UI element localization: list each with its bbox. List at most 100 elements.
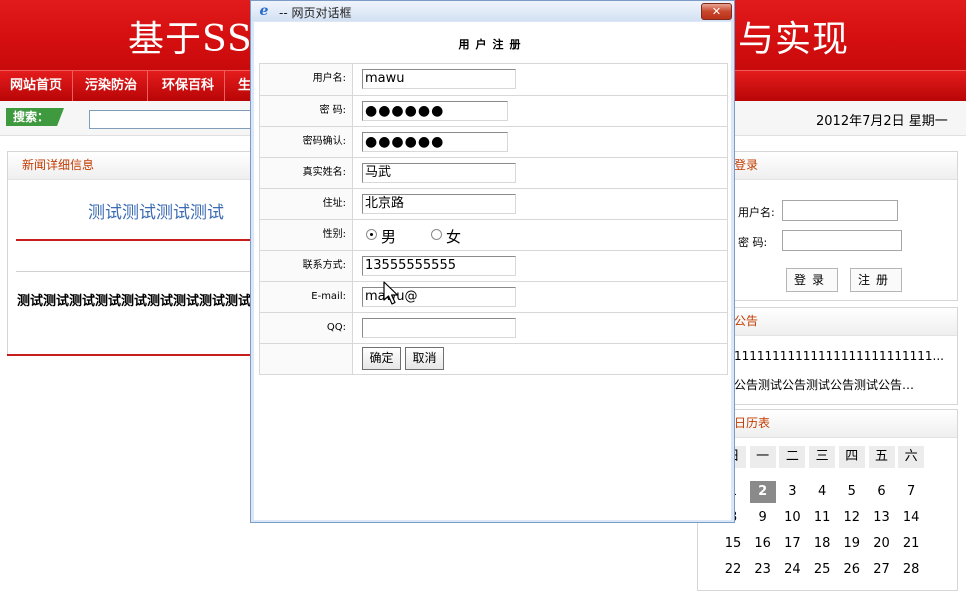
qq-label: QQ: xyxy=(260,313,353,343)
calendar-day[interactable]: 11 xyxy=(809,507,835,529)
form-row-address: 住址: 北京路 xyxy=(260,188,727,219)
nav-eco-encyclopedia[interactable]: 环保百科 xyxy=(152,71,226,101)
registration-form: 用户名: mawu 密 码: ●●●●●● 密码确认: ●●●●●● 真实姓名:… xyxy=(259,63,728,375)
login-button[interactable]: 登录 xyxy=(786,268,838,292)
divider xyxy=(16,271,254,272)
username-input[interactable]: mawu xyxy=(362,69,516,89)
password-input[interactable]: ●●●●●● xyxy=(362,101,508,121)
divider xyxy=(7,354,253,356)
dialog-title: -- 网页对话框 xyxy=(279,6,352,20)
form-row-actions: 确定 取消 xyxy=(260,343,727,374)
news-detail-panel: 新闻详细信息 测试测试测试测试 测试测试测试测试测试测试测试测试测试 xyxy=(7,151,255,356)
calendar-weekday: 五 xyxy=(868,446,895,468)
dialog-titlebar[interactable]: e -- 网页对话框 ✕ xyxy=(251,1,734,21)
password-label: 密 码: xyxy=(260,96,353,126)
form-row-password-confirm: 密码确认: ●●●●●● xyxy=(260,126,727,157)
calendar-panel-header: 日历表 xyxy=(698,410,957,438)
calendar-day[interactable]: 15 xyxy=(720,533,746,555)
notice-item[interactable]: 公告测试公告测试公告测试公告… xyxy=(734,376,956,393)
calendar-day[interactable]: 4 xyxy=(809,481,835,503)
calendar-weekday: 一 xyxy=(749,446,776,468)
calendar-day[interactable]: 13 xyxy=(869,507,895,529)
login-username-label: 用户名: xyxy=(738,206,775,219)
nav-pollution-control[interactable]: 污染防治 xyxy=(75,71,149,101)
calendar-day[interactable]: 10 xyxy=(779,507,805,529)
phone-input[interactable]: 13555555555 xyxy=(362,256,516,276)
calendar-day[interactable]: 9 xyxy=(750,507,776,529)
real-name-label: 真实姓名: xyxy=(260,158,353,188)
calendar-day[interactable]: 17 xyxy=(779,533,805,555)
search-label: 搜索： xyxy=(6,108,64,126)
calendar-day[interactable]: 22 xyxy=(720,559,746,581)
confirm-button[interactable]: 确定 xyxy=(362,347,401,370)
password-confirm-label: 密码确认: xyxy=(260,127,353,157)
qq-input[interactable] xyxy=(362,318,516,338)
close-button[interactable]: ✕ xyxy=(701,3,732,20)
search-input[interactable] xyxy=(89,110,261,129)
phone-label: 联系方式: xyxy=(260,251,353,281)
calendar-day[interactable]: 27 xyxy=(869,559,895,581)
radio-selected-dot xyxy=(370,233,373,236)
gender-male-label[interactable]: 男 xyxy=(381,226,396,247)
calendar-weekday: 四 xyxy=(838,446,865,468)
calendar-day[interactable]: 26 xyxy=(839,559,865,581)
calendar-day[interactable]: 12 xyxy=(839,507,865,529)
divider xyxy=(16,239,254,241)
calendar-day[interactable]: 6 xyxy=(869,481,895,503)
login-username-input[interactable] xyxy=(782,200,898,221)
login-panel-header: 登录 xyxy=(698,152,957,180)
calendar-day[interactable]: 24 xyxy=(779,559,805,581)
calendar-day-today[interactable]: 2 xyxy=(749,481,776,503)
address-label: 住址: xyxy=(260,189,353,219)
cancel-button[interactable]: 取消 xyxy=(405,347,444,370)
form-row-real-name: 真实姓名: 马武 xyxy=(260,157,727,188)
nav-home[interactable]: 网站首页 xyxy=(0,71,74,101)
calendar-day[interactable]: 28 xyxy=(898,559,924,581)
date-display: 2012年7月2日 星期一 xyxy=(816,114,948,129)
calendar-day[interactable]: 21 xyxy=(898,533,924,555)
dialog-content: 用户注册 用户名: mawu 密 码: ●●●●●● 密码确认: ●●●●●● … xyxy=(254,22,731,520)
form-row-username: 用户名: mawu xyxy=(260,64,727,95)
gender-label: 性别: xyxy=(260,220,353,250)
calendar-day[interactable]: 25 xyxy=(809,559,835,581)
calendar-day[interactable]: 18 xyxy=(809,533,835,555)
calendar-day[interactable]: 5 xyxy=(839,481,865,503)
mouse-cursor-icon xyxy=(383,281,399,305)
login-password-input[interactable] xyxy=(782,230,902,251)
gender-male-radio[interactable] xyxy=(366,229,377,240)
ie-icon: e xyxy=(259,3,269,19)
real-name-input[interactable]: 马武 xyxy=(362,163,516,183)
calendar-day[interactable]: 16 xyxy=(750,533,776,555)
notice-item[interactable]: 11111111111111111111111111... xyxy=(734,349,956,363)
calendar-day[interactable]: 23 xyxy=(750,559,776,581)
password-confirm-input[interactable]: ●●●●●● xyxy=(362,132,508,152)
actions-label-cell xyxy=(260,344,353,374)
calendar-weekday: 六 xyxy=(898,446,925,468)
form-row-email: E-mail: mawu@ xyxy=(260,281,727,312)
login-panel: 登录 用户名: 密 码: 登录 注册 xyxy=(697,151,958,301)
notice-panel: 公告 11111111111111111111111111... 公告测试公告测… xyxy=(697,307,958,405)
calendar-weekday: 三 xyxy=(809,446,836,468)
calendar-panel: 日历表 日一二三四五六12345678910111213141516171819… xyxy=(697,409,958,591)
form-row-phone: 联系方式: 13555555555 xyxy=(260,250,727,281)
news-body: 测试测试测试测试测试测试测试测试测试 xyxy=(17,294,252,309)
calendar-day[interactable]: 7 xyxy=(898,481,924,503)
registration-dialog: e -- 网页对话框 ✕ 用户注册 用户名: mawu 密 码: ●●●●●● … xyxy=(250,0,735,523)
username-label: 用户名: xyxy=(260,64,353,95)
address-input[interactable]: 北京路 xyxy=(362,194,516,214)
email-label: E-mail: xyxy=(260,282,353,312)
calendar-day[interactable]: 14 xyxy=(898,507,924,529)
news-title: 测试测试测试测试 xyxy=(88,203,224,223)
form-row-password: 密 码: ●●●●●● xyxy=(260,95,727,126)
calendar-day[interactable]: 20 xyxy=(869,533,895,555)
site-title-left: 基于SS xyxy=(128,19,253,60)
register-button[interactable]: 注册 xyxy=(850,268,902,292)
calendar-day[interactable]: 19 xyxy=(839,533,865,555)
form-heading: 用户注册 xyxy=(458,38,527,51)
calendar-weekday: 二 xyxy=(779,446,806,468)
form-row-qq: QQ: xyxy=(260,312,727,343)
news-panel-header: 新闻详细信息 xyxy=(8,152,254,180)
gender-female-radio[interactable] xyxy=(431,229,442,240)
calendar-day[interactable]: 3 xyxy=(779,481,805,503)
gender-female-label[interactable]: 女 xyxy=(446,226,461,247)
